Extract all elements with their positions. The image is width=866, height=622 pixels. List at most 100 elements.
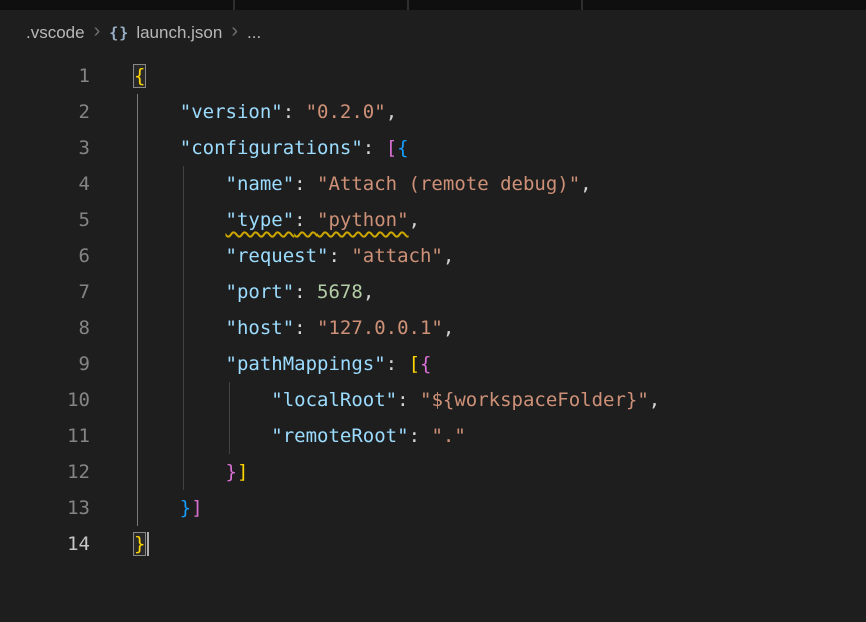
code-line-content: "request": "attach", (90, 238, 866, 274)
code-line-5[interactable]: 5 "type": "python", (0, 202, 866, 238)
code-token: [ (409, 353, 420, 375)
code-token: } (226, 461, 237, 483)
code-token: , (443, 317, 454, 339)
code-token: "pathMappings" (226, 353, 386, 375)
indent-guide (183, 346, 184, 382)
code-line-9[interactable]: 9 "pathMappings": [{ (0, 346, 866, 382)
code-token (134, 101, 180, 123)
code-line-content: }] (90, 454, 866, 490)
indent-guide (137, 382, 138, 418)
line-number[interactable]: 10 (0, 382, 90, 418)
indent-guide (137, 274, 138, 310)
code-token (134, 209, 226, 231)
indent-guide (183, 202, 184, 238)
breadcrumb-folder[interactable]: .vscode (26, 23, 85, 43)
indent-guide (137, 346, 138, 382)
code-token: : (397, 389, 420, 411)
code-token: , (649, 389, 660, 411)
tab-divider (233, 0, 235, 10)
code-token: "." (431, 425, 465, 447)
code-line-13[interactable]: 13 }] (0, 490, 866, 526)
code-token: 5678 (317, 281, 363, 303)
code-line-content: "pathMappings": [{ (90, 346, 866, 382)
line-number[interactable]: 13 (0, 490, 90, 526)
code-token: , (443, 245, 454, 267)
code-line-4[interactable]: 4 "name": "Attach (remote debug)", (0, 166, 866, 202)
code-token: { (397, 137, 408, 159)
code-token: : (363, 137, 386, 159)
code-line-3[interactable]: 3 "configurations": [{ (0, 130, 866, 166)
warning-token: "python" (317, 209, 409, 231)
code-token: : (283, 101, 306, 123)
code-token (134, 353, 226, 375)
line-number[interactable]: 14 (0, 526, 90, 562)
code-token (134, 173, 226, 195)
code-line-2[interactable]: 2 "version": "0.2.0", (0, 94, 866, 130)
breadcrumb-file[interactable]: {} launch.json (109, 23, 222, 43)
code-token (134, 281, 226, 303)
code-token: , (580, 173, 591, 195)
code-line-content: "type": "python", (90, 202, 866, 238)
indent-guide (137, 310, 138, 346)
code-token: : (294, 173, 317, 195)
line-number[interactable]: 6 (0, 238, 90, 274)
indent-guide (137, 202, 138, 238)
code-line-8[interactable]: 8 "host": "127.0.0.1", (0, 310, 866, 346)
code-token: : (328, 245, 351, 267)
code-token: ] (237, 461, 248, 483)
warning-token: : (294, 209, 317, 231)
code-line-12[interactable]: 12 }] (0, 454, 866, 490)
code-line-content: "name": "Attach (remote debug)", (90, 166, 866, 202)
code-token: ] (191, 497, 202, 519)
matched-bracket: { (134, 65, 145, 87)
line-number[interactable]: 7 (0, 274, 90, 310)
line-number[interactable]: 9 (0, 346, 90, 382)
indent-guide (183, 166, 184, 202)
editor-tab-bar[interactable] (0, 0, 866, 10)
code-line-content: "configurations": [{ (90, 130, 866, 166)
line-number[interactable]: 2 (0, 94, 90, 130)
code-token: , (409, 209, 420, 231)
line-number[interactable]: 5 (0, 202, 90, 238)
code-token (134, 389, 271, 411)
code-token: , (386, 101, 397, 123)
text-cursor (147, 532, 149, 556)
code-line-content: { (90, 58, 866, 94)
code-token: "name" (226, 173, 295, 195)
warning-token: "type" (226, 209, 295, 231)
code-token: "Attach (remote debug)" (317, 173, 580, 195)
code-line-14[interactable]: 14} (0, 526, 866, 562)
tab-divider (407, 0, 409, 10)
code-line-content: "port": 5678, (90, 274, 866, 310)
code-line-11[interactable]: 11 "remoteRoot": "." (0, 418, 866, 454)
code-token: "127.0.0.1" (317, 317, 443, 339)
code-token (134, 461, 226, 483)
code-token: "port" (226, 281, 295, 303)
code-line-1[interactable]: 1{ (0, 58, 866, 94)
code-line-6[interactable]: 6 "request": "attach", (0, 238, 866, 274)
code-editor[interactable]: 1{2 "version": "0.2.0",3 "configurations… (0, 56, 866, 622)
code-line-10[interactable]: 10 "localRoot": "${workspaceFolder}", (0, 382, 866, 418)
code-line-7[interactable]: 7 "port": 5678, (0, 274, 866, 310)
code-token: [ (386, 137, 397, 159)
code-token: "version" (180, 101, 283, 123)
breadcrumb-symbol-ellipsis[interactable]: ... (247, 23, 261, 43)
code-token (134, 137, 180, 159)
line-number[interactable]: 12 (0, 454, 90, 490)
code-token: "0.2.0" (306, 101, 386, 123)
line-number[interactable]: 11 (0, 418, 90, 454)
line-number[interactable]: 4 (0, 166, 90, 202)
indent-guide (137, 418, 138, 454)
code-token: } (180, 497, 191, 519)
breadcrumb: .vscode › {} launch.json › ... (0, 10, 866, 56)
line-number[interactable]: 3 (0, 130, 90, 166)
code-line-content: "host": "127.0.0.1", (90, 310, 866, 346)
code-token: "host" (226, 317, 295, 339)
indent-guide (183, 310, 184, 346)
code-line-content: }] (90, 490, 866, 526)
line-number[interactable]: 8 (0, 310, 90, 346)
code-token (134, 317, 226, 339)
code-token: , (363, 281, 374, 303)
line-number[interactable]: 1 (0, 58, 90, 94)
indent-guide (183, 382, 184, 418)
